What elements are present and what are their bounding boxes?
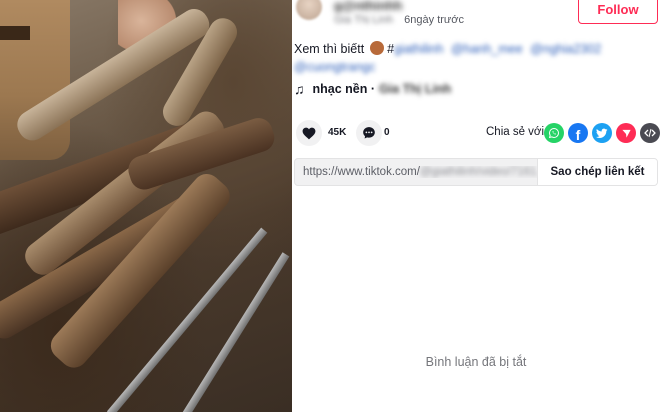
metal-rail [176, 252, 290, 412]
music-note-icon: ♫ [294, 81, 305, 97]
follow-button[interactable]: Follow [578, 0, 658, 24]
author-nickname: Gia Thị Linh [334, 14, 394, 26]
comment-icon [363, 127, 375, 139]
send-icon[interactable] [616, 123, 636, 143]
post-date: 6ngày trước [404, 14, 464, 26]
copy-link-bar: https://www.tiktok.com/@giathilinh/video… [294, 158, 658, 186]
music-label: nhạc nền · [312, 82, 376, 96]
comments-disabled-message: Bình luận đã bị tắt [425, 355, 527, 369]
music-link[interactable]: ♫ nhạc nền · Gia Thị Linh [294, 81, 451, 97]
avatar[interactable] [296, 0, 322, 20]
hashtag-link[interactable]: giathilinh [394, 42, 443, 56]
copy-link-button[interactable]: Sao chép liên kết [537, 159, 657, 185]
url-rest: @giathilinh/video/7161... [419, 166, 543, 178]
share-label: Chia sẻ với [486, 126, 545, 138]
heart-icon [302, 127, 316, 139]
mention-link[interactable]: @hanh_mee [451, 42, 523, 56]
author-name[interactable]: g@nthinhh [334, 0, 402, 13]
action-bar: 45K 0 Chia sẻ với f [292, 120, 660, 148]
video-detail-panel: g@nthinhh Gia Thị Linh 6ngày trước Follo… [292, 0, 660, 412]
embed-icon[interactable] [640, 123, 660, 143]
video-caption: Xem thì biếtt #giathilinh @hanh_mee @ngh… [294, 40, 624, 76]
url-prefix: https://www.tiktok.com/ [303, 166, 420, 178]
caption-text: Xem thì biếtt [294, 42, 365, 56]
author-info: g@nthinhh Gia Thị Linh 6ngày trước [292, 0, 572, 30]
whatsapp-icon[interactable] [544, 123, 564, 143]
like-count: 45K [328, 127, 347, 138]
music-artist: Gia Thị Linh [379, 82, 452, 96]
monkey-emoji-icon [369, 41, 384, 55]
mention-link[interactable]: @cuongtrangc [294, 60, 376, 74]
video-url[interactable]: https://www.tiktok.com/@giathilinh/video… [303, 166, 543, 178]
twitter-icon[interactable] [592, 123, 612, 143]
like-button[interactable] [296, 120, 322, 146]
comment-count: 0 [384, 127, 390, 138]
video-player[interactable] [0, 0, 292, 412]
facebook-icon[interactable]: f [568, 123, 588, 143]
mention-link[interactable]: @nghia2302 [530, 42, 601, 56]
author-subline: Gia Thị Linh 6ngày trước [334, 14, 464, 26]
comment-button[interactable] [356, 120, 382, 146]
